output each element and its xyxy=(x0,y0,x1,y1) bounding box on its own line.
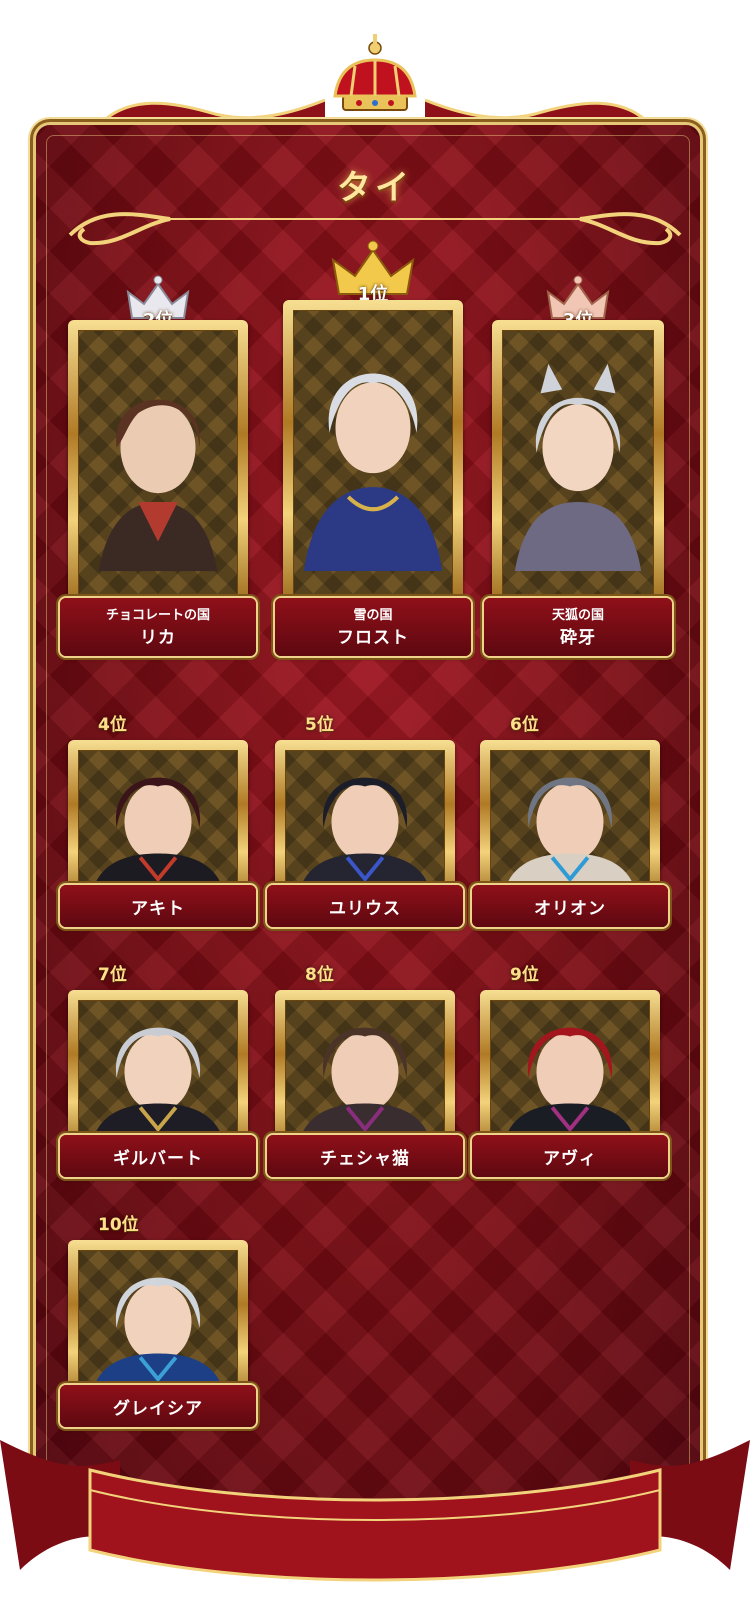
character-name: ギルバート xyxy=(113,1149,203,1169)
country-label: 天狐の国 xyxy=(551,608,604,623)
rank-card-4[interactable]: 4位アキト xyxy=(60,715,256,940)
character-portrait xyxy=(293,310,453,595)
character-name: グレイシア xyxy=(113,1399,203,1419)
nameplate: チョコレートの国 リカ xyxy=(60,598,256,656)
rank-card-3[interactable]: 3位 天狐の国 砕牙 xyxy=(484,275,672,656)
rank-card-6[interactable]: 6位オリオン xyxy=(472,715,668,940)
rank-card-9[interactable]: 9位アヴィ xyxy=(472,965,668,1190)
rank-label: 10位 xyxy=(98,1215,139,1235)
character-name: 砕牙 xyxy=(560,628,596,648)
country-label: チョコレートの国 xyxy=(105,608,210,623)
nameplate: 雪の国 フロスト xyxy=(275,598,471,656)
character-art xyxy=(514,363,642,572)
character-portrait xyxy=(285,750,445,890)
rank-label: 6位 xyxy=(510,715,539,735)
character-name: アヴィ xyxy=(543,1149,597,1169)
character-name: ユリウス xyxy=(329,899,401,919)
nameplate: チェシャ猫 xyxy=(267,1135,463,1177)
rank-label: 7位 xyxy=(98,965,127,985)
bottom-ribbon xyxy=(0,1440,750,1582)
character-name: チェシャ猫 xyxy=(320,1149,410,1169)
country-label: 雪の国 xyxy=(353,608,393,623)
character-art xyxy=(98,399,218,572)
rank-card-1[interactable]: 1位 雪の国 フロスト xyxy=(275,240,471,656)
character-portrait xyxy=(78,1000,238,1140)
nameplate: 天狐の国 砕牙 xyxy=(484,598,672,656)
character-portrait xyxy=(285,1000,445,1140)
character-art xyxy=(299,1027,431,1139)
character-art xyxy=(299,777,431,889)
character-name: アキト xyxy=(131,899,185,919)
crown-rank-1: 1位 xyxy=(323,238,423,308)
rank-label: 4位 xyxy=(98,715,127,735)
top-crown-icon xyxy=(333,34,417,111)
character-name: オリオン xyxy=(534,899,606,919)
character-portrait xyxy=(490,1000,650,1140)
nameplate: ギルバート xyxy=(60,1135,256,1177)
character-portrait xyxy=(78,750,238,890)
rank-label: 8位 xyxy=(305,965,334,985)
nameplate: アキト xyxy=(60,885,256,927)
character-art xyxy=(303,373,443,571)
nameplate: オリオン xyxy=(472,885,668,927)
character-portrait xyxy=(490,750,650,890)
character-name: リカ xyxy=(140,628,176,648)
character-portrait xyxy=(78,330,238,595)
character-art xyxy=(504,1027,636,1139)
character-name: フロスト xyxy=(337,628,409,648)
rank-card-2[interactable]: 2位 チョコレートの国 リカ xyxy=(60,275,256,656)
character-art xyxy=(92,1027,224,1139)
rank-card-10[interactable]: 10位グレイシア xyxy=(60,1215,256,1440)
nameplate: アヴィ xyxy=(472,1135,668,1177)
character-portrait xyxy=(78,1250,238,1390)
rank-card-5[interactable]: 5位ユリウス xyxy=(267,715,463,940)
rank-card-8[interactable]: 8位チェシャ猫 xyxy=(267,965,463,1190)
rank-card-7[interactable]: 7位ギルバート xyxy=(60,965,256,1190)
nameplate: ユリウス xyxy=(267,885,463,927)
page-title: タイ xyxy=(337,168,413,208)
rank-label: 5位 xyxy=(305,715,334,735)
nameplate: グレイシア xyxy=(60,1385,256,1427)
rank-label: 9位 xyxy=(510,965,539,985)
character-art xyxy=(92,1277,224,1389)
character-art xyxy=(504,777,636,889)
character-art xyxy=(92,777,224,889)
character-portrait xyxy=(502,330,654,595)
